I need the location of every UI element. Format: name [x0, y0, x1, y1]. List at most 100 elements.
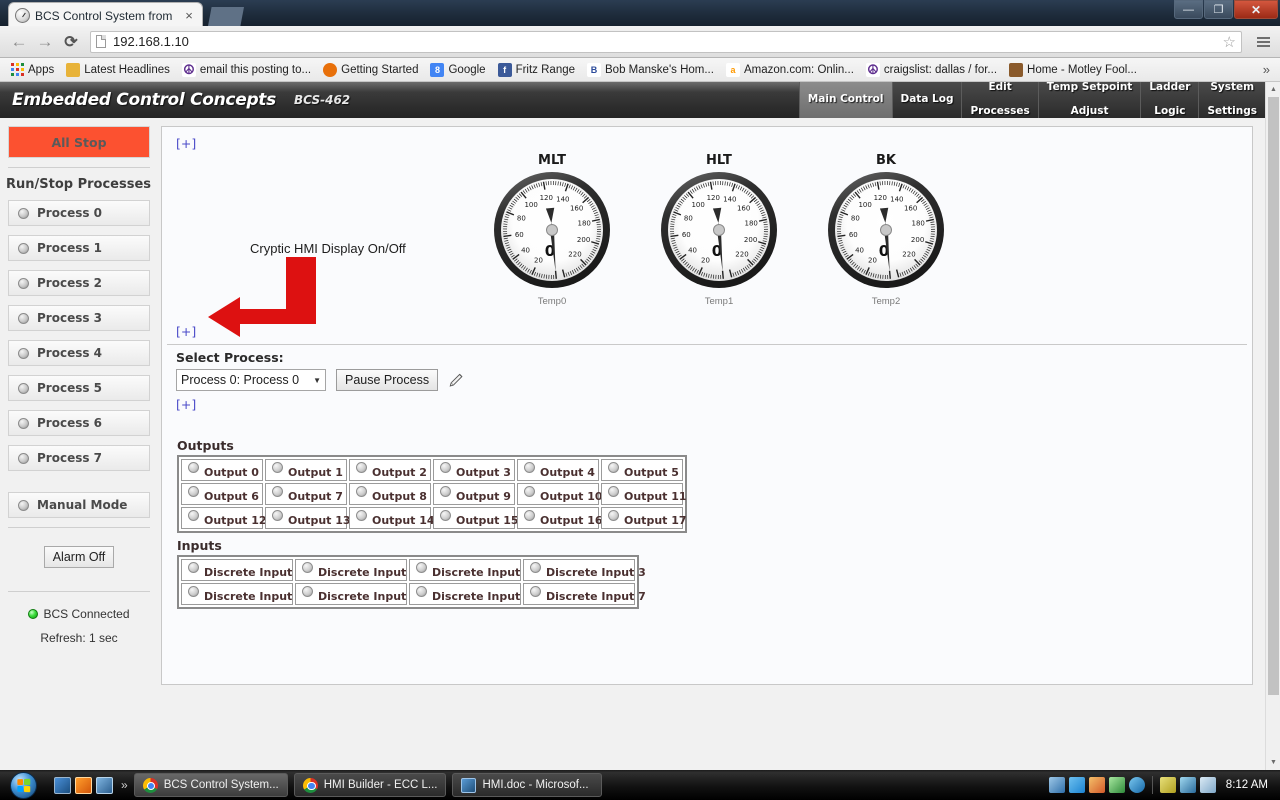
bookmark-item[interactable]: Latest Headlines [61, 60, 175, 80]
output-output-13[interactable]: Output 13 [265, 507, 351, 529]
pause-process-button[interactable]: Pause Process [336, 369, 439, 391]
sidebar-item-process-2[interactable]: Process 2 [8, 270, 150, 296]
output-output-7[interactable]: Output 7 [265, 483, 347, 505]
sidebar-item-process-6[interactable]: Process 6 [8, 410, 150, 436]
scroll-up-icon[interactable]: ▲ [1266, 82, 1280, 97]
bookmarks-overflow-icon[interactable]: » [1263, 62, 1274, 77]
input-discrete-input-2[interactable]: Discrete Input 2 [409, 559, 532, 581]
sidebar-item-process-0[interactable]: Process 0 [8, 200, 150, 226]
gauge-tick-label: 40 [521, 246, 530, 254]
bookmark-item[interactable]: Apps [6, 60, 59, 80]
input-discrete-input-0[interactable]: Discrete Input 0 [181, 559, 304, 581]
sidebar-item-process-7[interactable]: Process 7 [8, 445, 150, 471]
taskbar-item[interactable]: HMI Builder - ECC L... [293, 773, 447, 797]
expand-process-link[interactable]: [+] [176, 324, 196, 339]
output-output-9[interactable]: Output 9 [433, 483, 515, 505]
input-discrete-input-7[interactable]: Discrete Input 7 [523, 583, 646, 605]
address-bar[interactable]: 192.168.1.10 ☆ [90, 30, 1242, 53]
show-desktop-icon[interactable] [54, 776, 71, 794]
output-output-14[interactable]: Output 14 [349, 507, 435, 529]
back-icon[interactable]: ← [6, 29, 32, 55]
files-icon[interactable] [1088, 777, 1105, 793]
output-output-1[interactable]: Output 1 [265, 459, 347, 481]
tab-data-log[interactable]: Data Log [891, 82, 962, 118]
tab-temp-setpoint-adjust[interactable]: Temp Setpoint Adjust [1037, 82, 1141, 118]
battery-icon[interactable] [1159, 777, 1176, 793]
output-output-10[interactable]: Output 10 [517, 483, 603, 505]
volume-icon[interactable] [1199, 777, 1216, 793]
all-stop-button[interactable]: All Stop [8, 126, 150, 158]
output-output-12[interactable]: Output 12 [181, 507, 267, 529]
bookmark-star-icon[interactable]: ☆ [1223, 33, 1236, 51]
input-discrete-input-6[interactable]: Discrete Input 6 [409, 583, 532, 605]
tab-edit-processes[interactable]: Edit Processes [961, 82, 1038, 118]
start-button[interactable] [2, 771, 44, 799]
gauge-tick-label: 20 [701, 257, 710, 265]
output-output-15[interactable]: Output 15 [433, 507, 519, 529]
bookmark-item[interactable]: ☮ craigslist: dallas / for... [861, 60, 1002, 80]
window-close-button[interactable]: ✕ [1234, 0, 1278, 19]
sidebar-item-process-5[interactable]: Process 5 [8, 375, 150, 401]
scrollbar-thumb[interactable] [1268, 97, 1279, 695]
bookmark-item[interactable]: 8 Google [425, 60, 490, 80]
output-output-3[interactable]: Output 3 [433, 459, 515, 481]
output-output-0[interactable]: Output 0 [181, 459, 263, 481]
switch-windows-icon[interactable] [96, 776, 113, 794]
browser-tab-active[interactable]: BCS Control System from × [8, 2, 203, 28]
sidebar-item-process-4[interactable]: Process 4 [8, 340, 150, 366]
alarm-off-button[interactable]: Alarm Off [44, 546, 114, 568]
status-led-icon [524, 486, 535, 497]
bookmark-item[interactable]: ☮ email this posting to... [177, 60, 316, 80]
display-icon[interactable] [1048, 777, 1065, 793]
taskbar-clock[interactable]: 8:12 AM [1220, 779, 1274, 791]
output-output-4[interactable]: Output 4 [517, 459, 599, 481]
output-output-6[interactable]: Output 6 [181, 483, 263, 505]
page-scrollbar[interactable]: ▲ ▼ [1265, 82, 1280, 770]
pencil-icon[interactable] [448, 371, 466, 389]
new-tab-button[interactable] [208, 7, 244, 26]
process-select-dropdown[interactable]: Process 0: Process 0 ▼ [176, 369, 326, 391]
bookmark-item[interactable]: B Bob Manske's Hom... [582, 60, 719, 80]
bookmark-item[interactable]: Home - Motley Fool... [1004, 60, 1142, 80]
input-discrete-input-1[interactable]: Discrete Input 1 [295, 559, 418, 581]
quick-launch-overflow-icon[interactable]: » [121, 778, 128, 792]
output-output-11[interactable]: Output 11 [601, 483, 687, 505]
tab-ladder-logic[interactable]: Ladder Logic [1140, 82, 1199, 118]
reload-icon[interactable]: ⟳ [58, 29, 84, 55]
home-icon[interactable] [1108, 777, 1125, 793]
tab-main-control[interactable]: Main Control [798, 82, 892, 118]
status-led-icon [608, 462, 619, 473]
process-label: Process 2 [37, 276, 103, 290]
output-output-2[interactable]: Output 2 [349, 459, 431, 481]
output-output-5[interactable]: Output 5 [601, 459, 683, 481]
bookmark-item[interactable]: Getting Started [318, 60, 423, 80]
chrome-menu-icon[interactable] [1252, 29, 1274, 55]
window-minimize-button[interactable]: — [1174, 0, 1203, 19]
bookmark-item[interactable]: f Fritz Range [493, 60, 580, 80]
input-discrete-input-4[interactable]: Discrete Input 4 [181, 583, 304, 605]
input-discrete-input-3[interactable]: Discrete Input 3 [523, 559, 646, 581]
sidebar-item-manual-mode[interactable]: Manual Mode [8, 492, 150, 518]
tab-close-icon[interactable]: × [182, 9, 196, 22]
tab-system-settings[interactable]: System Settings [1198, 82, 1265, 118]
taskbar-item[interactable]: BCS Control System... [133, 773, 288, 797]
output-output-16[interactable]: Output 16 [517, 507, 603, 529]
io-label: Discrete Input 3 [546, 566, 646, 579]
output-output-17[interactable]: Output 17 [601, 507, 687, 529]
taskbar-item[interactable]: HMI.doc - Microsof... [452, 773, 603, 797]
dropbox-icon[interactable] [1068, 777, 1085, 793]
teamviewer-icon[interactable] [1128, 777, 1145, 793]
bookmark-item[interactable]: a Amazon.com: Onlin... [721, 60, 859, 80]
sidebar-item-process-3[interactable]: Process 3 [8, 305, 150, 331]
input-discrete-input-5[interactable]: Discrete Input 5 [295, 583, 418, 605]
expand-io-link[interactable]: [+] [176, 397, 196, 412]
scroll-down-icon[interactable]: ▼ [1266, 755, 1280, 770]
media-player-icon[interactable] [75, 776, 92, 794]
select-process-row: Process 0: Process 0 ▼ Pause Process [176, 369, 1252, 391]
sidebar-item-process-1[interactable]: Process 1 [8, 235, 150, 261]
forward-icon[interactable]: → [32, 29, 58, 55]
expand-hmi-link[interactable]: [+] [176, 136, 196, 151]
network-icon[interactable] [1179, 777, 1196, 793]
output-output-8[interactable]: Output 8 [349, 483, 431, 505]
window-restore-button[interactable]: ❐ [1204, 0, 1233, 19]
